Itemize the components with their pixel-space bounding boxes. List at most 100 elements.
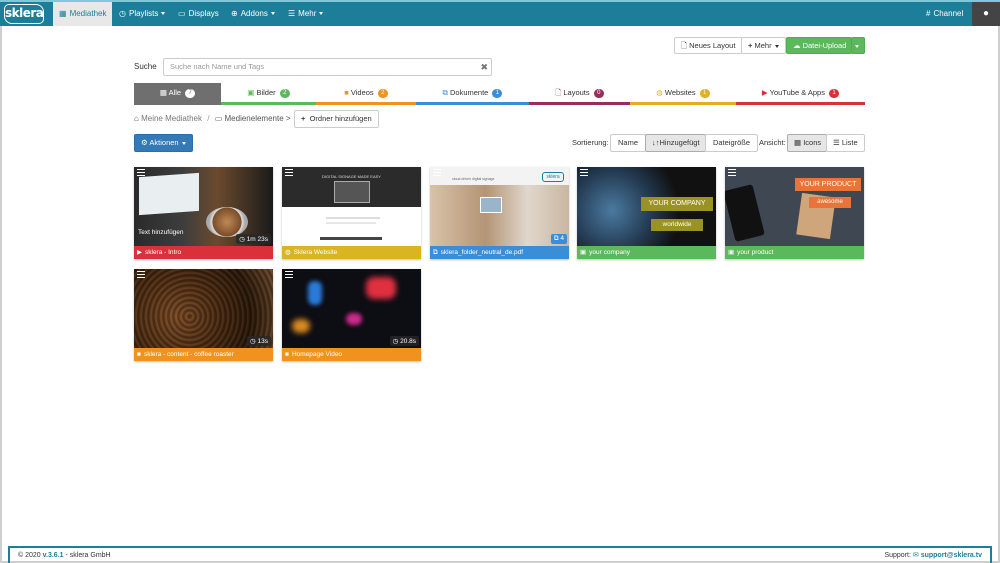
more-button[interactable]: + Mehr [741,37,786,54]
globe-icon: ◍ [656,88,663,97]
nav-playlists[interactable]: ◷ Playlists [113,2,171,26]
tab-alle[interactable]: ▦ Alle 7 [134,83,221,105]
bokeh-light [308,281,322,305]
folder-icon: ▭ [214,114,223,123]
version-link[interactable]: v.3.6.1 [43,552,64,559]
tab-dokumente[interactable]: ⧉ Dokumente 1 [416,83,529,105]
documents-icon: ⧉ [433,249,438,256]
duration-badge: ◷ 13s [247,336,271,346]
thumbnail: ◷ 13s [134,269,273,348]
grid-icon: ▦ [59,9,67,18]
add-folder-button[interactable]: + Ordner hinzufügen [294,110,379,128]
user-menu-button[interactable]: ● [972,2,1000,26]
count-badge: 1 [829,88,840,98]
media-tile[interactable]: ◷ 13s ■ sklera - content - coffee roaster [134,269,273,361]
nav-displays[interactable]: ▭ Displays [172,2,225,26]
nav-addons[interactable]: ⊕ Addons [225,2,281,26]
sort-icon: ↓↑ [652,138,660,147]
support-email-link[interactable]: support@sklera.tv [921,552,982,559]
media-tile[interactable]: ◷ 20.8s ■ Homepage Video [282,269,421,361]
bokeh-light [292,319,310,333]
footer-bar [320,237,382,240]
sort-label: Sortierung: [572,138,609,147]
tab-layouts[interactable]: 🗋 Layouts 0 [529,83,630,105]
tile-menu-icon[interactable] [285,169,293,176]
bokeh-light [346,313,362,325]
tile-caption: ▶ sklera - Intro [134,246,273,259]
clock-icon: ◷ [392,338,399,345]
image-icon: ▣ [728,249,735,256]
document-logo: sklera [542,172,564,182]
upload-dropdown-toggle[interactable] [851,37,865,54]
tile-caption: ▣ your company [577,246,716,259]
thumbnail-overlay-subtext: awesome [809,197,851,208]
tile-menu-icon[interactable] [137,271,145,278]
thumbnail-overlay-text: Text hinzufügen [138,229,184,236]
video-icon: ■ [344,88,349,97]
clock-icon: ◷ [239,236,245,243]
count-badge: 2 [279,88,290,98]
tile-caption: ■ sklera - content - coffee roaster [134,348,273,361]
website-screen-graphic [334,181,370,203]
tile-caption: ◍ Sklera Website [282,246,421,259]
monitor-icon: ▭ [178,9,186,18]
upload-button[interactable]: ☁ Datei-Upload [786,37,852,54]
tile-menu-icon[interactable] [285,271,293,278]
thumbnail: ◷ 20.8s [282,269,421,348]
media-tile[interactable]: Text hinzufügen ◷ 1m 23s ▶ sklera - Intro [134,167,273,259]
count-badge: 0 [593,88,604,98]
nav-channel[interactable]: # Channel [920,2,969,26]
clock-icon: ◷ [250,338,256,345]
nav-mediathek[interactable]: ▦ Mediathek [53,2,113,26]
chevron-down-icon [181,141,186,145]
tile-menu-icon[interactable] [580,169,588,176]
media-tile[interactable]: YOUR PRODUCT awesome ▣ your product [725,167,864,259]
breadcrumb-root[interactable]: Meine Mediathek [141,114,202,123]
sort-name-button[interactable]: Name [610,134,646,152]
sort-size-button[interactable]: Dateigröße [705,134,758,152]
grid-icon: ▦ [159,88,167,97]
page-count-badge: ⧉ 4 [550,234,567,244]
view-list-button[interactable]: ☰ Liste [826,134,865,152]
thumbnail: cloud-driven digital signage sklera ⧉ 4 [430,167,569,246]
tab-videos[interactable]: ■ Videos 2 [316,83,416,105]
thumbnail-overlay-subtext: worldwide [651,219,703,231]
thumbnail-overlay-text: YOUR PRODUCT [795,178,861,191]
duration-badge: ◷ 1m 23s [236,234,271,244]
top-navbar: sklera ▦ Mediathek ◷ Playlists ▭ Displays ⊕… [0,0,1000,26]
tab-bilder[interactable]: ▣ Bilder 2 [221,83,316,105]
file-icon: 🗋 [681,41,688,50]
cloud-upload-icon: ☁ [793,41,801,50]
thumbnail: Text hinzufügen ◷ 1m 23s [134,167,273,246]
tile-menu-icon[interactable] [728,169,736,176]
tab-youtube-apps[interactable]: ▶ YouTube & Apps 1 [736,83,865,105]
thumbnail: YOUR COMPANY worldwide [577,167,716,246]
thumbnail-overlay-text: YOUR COMPANY [641,197,713,211]
phone-graphic [725,184,765,242]
nav-mehr[interactable]: ☰ Mehr [282,2,329,26]
documents-icon: ⧉ [553,235,559,242]
media-tile[interactable]: YOUR COMPANY worldwide ▣ your company [577,167,716,259]
tile-menu-icon[interactable] [137,169,145,176]
coffee-cup-graphic [206,207,248,237]
count-badge: 1 [492,88,503,98]
sort-added-button[interactable]: ↓↑Hinzugefügt [645,134,706,152]
search-input[interactable]: Suche nach Name und Tags ✖ [163,58,492,76]
list-icon: ☰ [833,138,840,147]
thumbnail: YOUR PRODUCT awesome [725,167,864,246]
screen-graphic [480,197,502,213]
sklera-logo[interactable]: sklera [4,4,44,24]
image-icon: ▣ [580,249,587,256]
new-layout-button[interactable]: 🗋 Neues Layout [674,37,743,54]
media-tile[interactable]: DIGITAL SIGNAGE MADE EASY ◍ Sklera Websit… [282,167,421,259]
tab-websites[interactable]: ◍ Websites 1 [630,83,736,105]
actions-button[interactable]: ⚙ Aktionen [134,134,193,152]
search-label: Suche [134,62,157,71]
tile-menu-icon[interactable] [433,169,441,176]
tile-caption: ■ Homepage Video [282,348,421,361]
duration-badge: ◷ 20.8s [389,336,419,346]
clear-search-icon[interactable]: ✖ [480,59,488,75]
home-icon: ⌂ [134,114,139,123]
media-tile[interactable]: cloud-driven digital signage sklera ⧉ 4 … [430,167,569,259]
view-icons-button[interactable]: ▦ Icons [787,134,827,152]
